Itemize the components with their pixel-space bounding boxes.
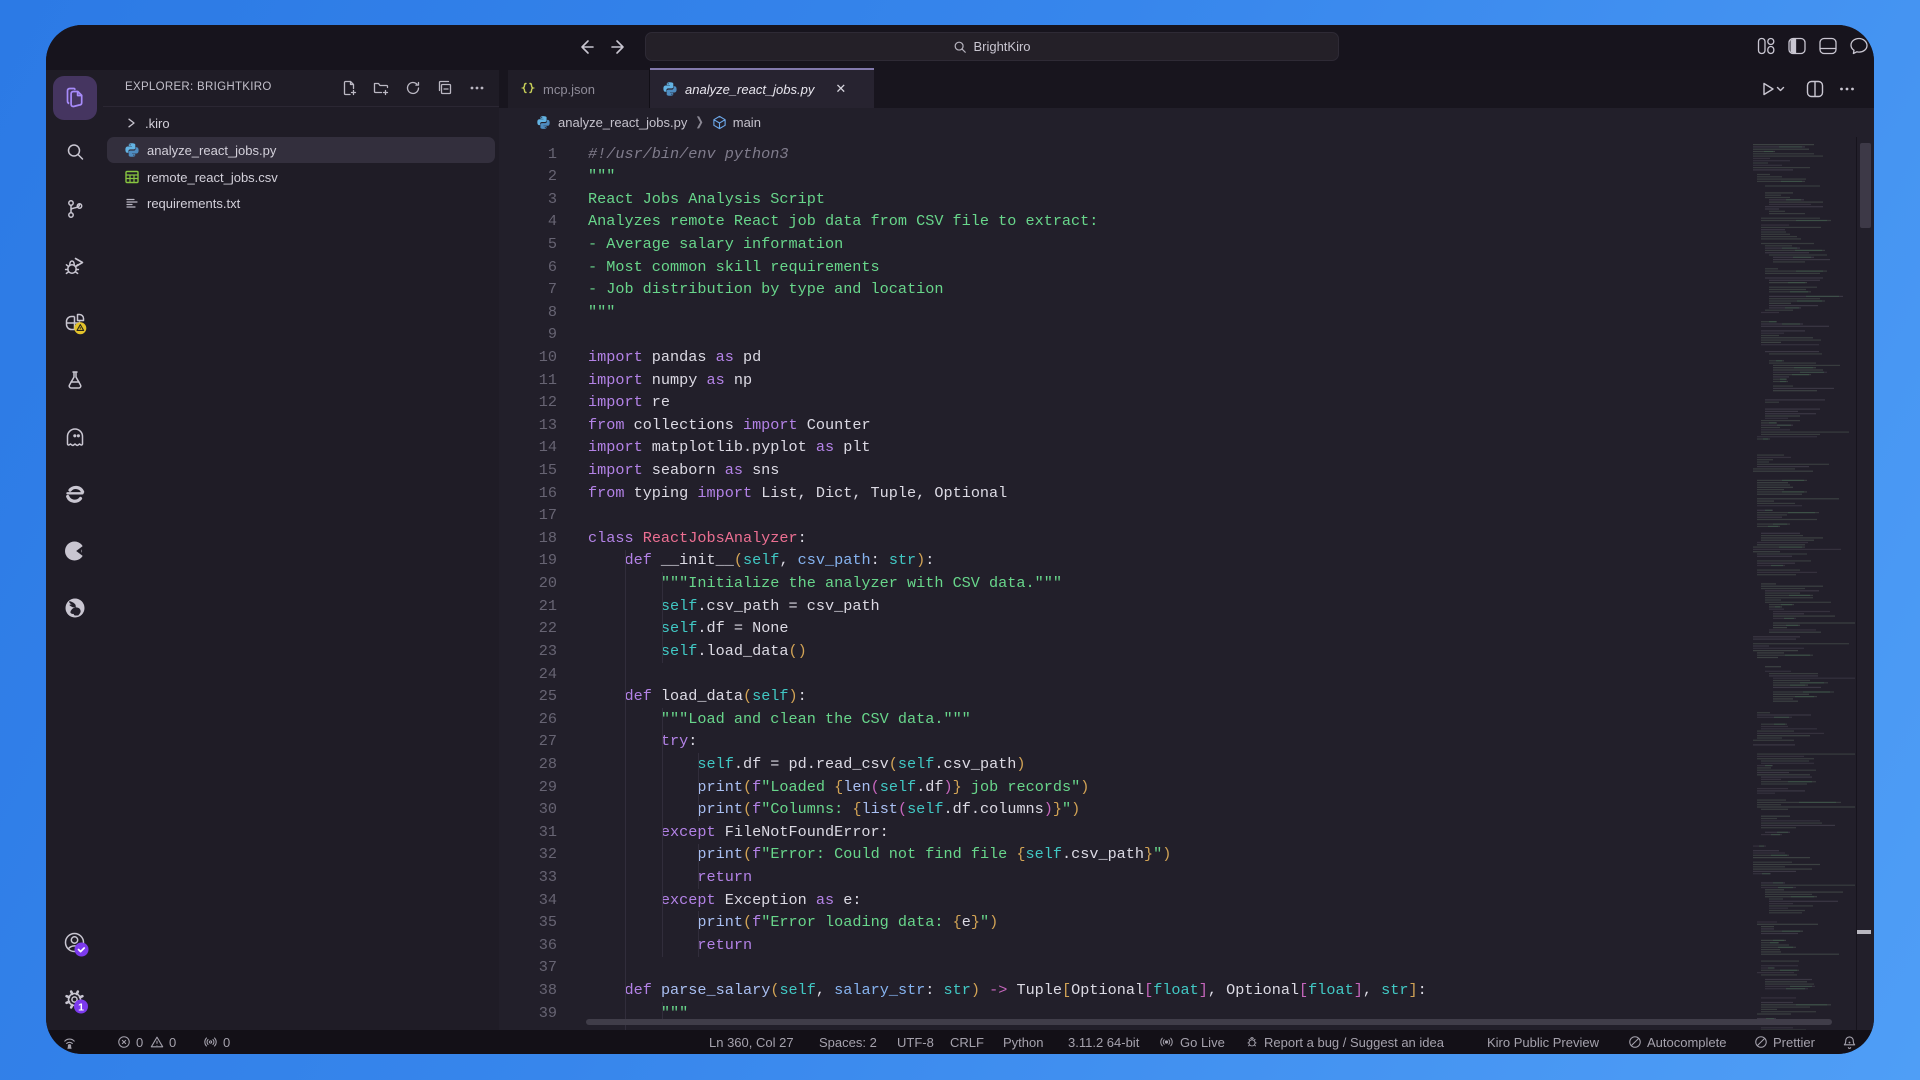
svg-text:1: 1 xyxy=(78,1001,84,1013)
